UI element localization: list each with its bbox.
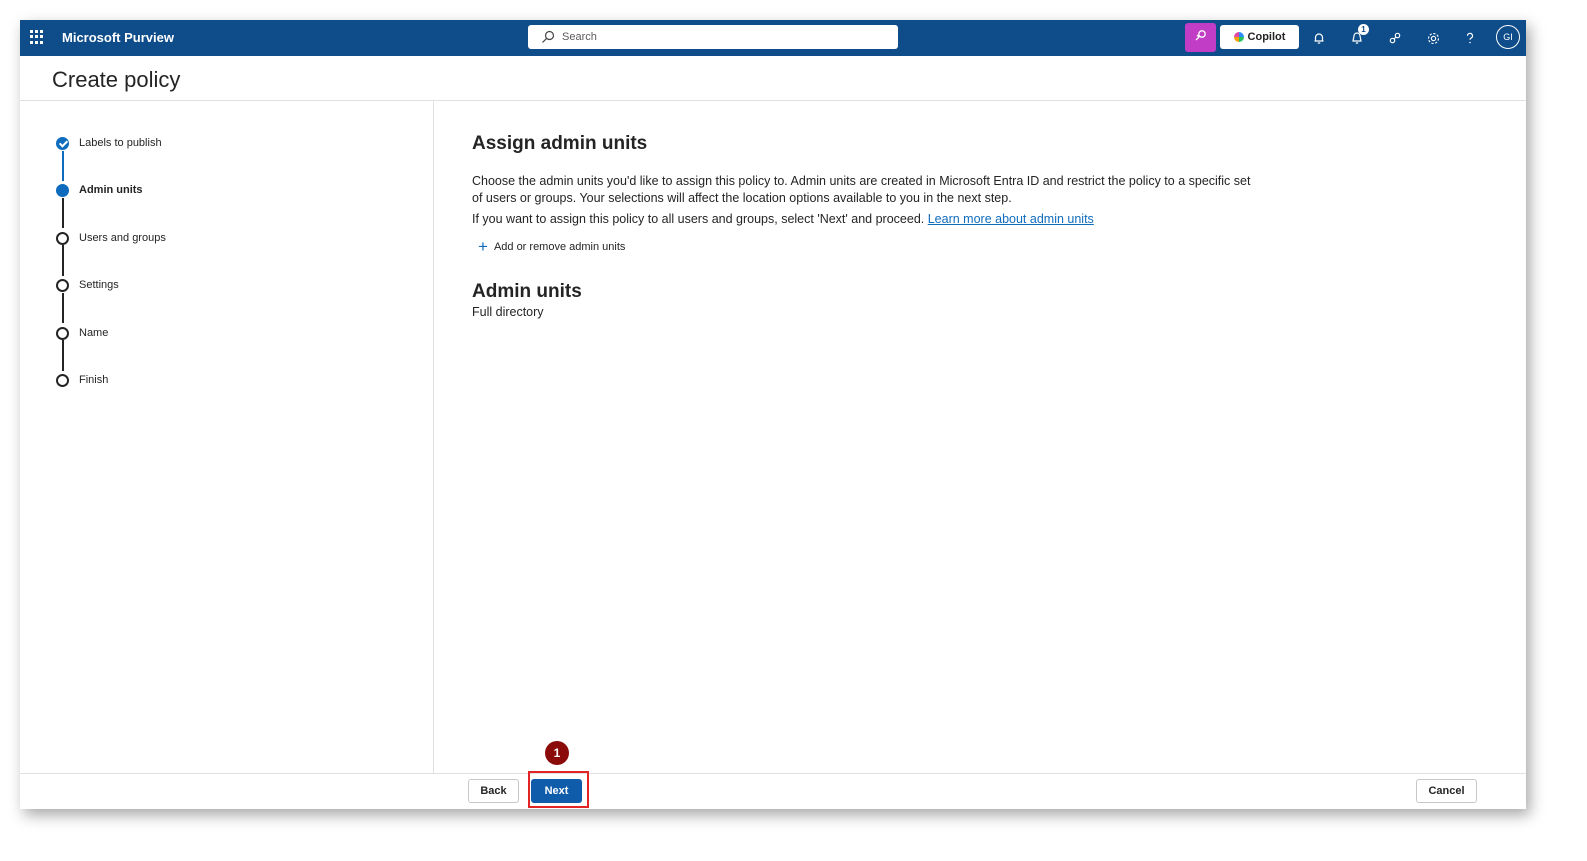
add-admin-units-button[interactable]: + Add or remove admin units bbox=[478, 238, 625, 256]
step-connector bbox=[62, 151, 64, 181]
connections-icon[interactable] bbox=[1385, 28, 1405, 48]
avatar[interactable]: GI bbox=[1496, 25, 1520, 49]
step-connector bbox=[62, 198, 64, 228]
step-pending-icon bbox=[56, 373, 69, 387]
step-label: Settings bbox=[79, 279, 119, 291]
footer-divider bbox=[20, 773, 1526, 774]
add-admin-units-label: Add or remove admin units bbox=[493, 241, 626, 253]
purview-agent-button[interactable] bbox=[1185, 23, 1216, 52]
purview-agent-icon bbox=[1194, 28, 1208, 47]
search-input[interactable] bbox=[560, 30, 884, 44]
proceed-note: If you want to assign this policy to all… bbox=[472, 212, 1094, 226]
step-complete-icon bbox=[56, 136, 69, 150]
admin-units-value: Full directory bbox=[472, 305, 544, 319]
notification-badge: 1 bbox=[1358, 24, 1369, 35]
stepper-divider bbox=[433, 101, 434, 773]
help-icon[interactable] bbox=[1460, 28, 1480, 48]
step-name[interactable]: Name bbox=[56, 325, 108, 341]
bell-icon[interactable] bbox=[1309, 28, 1329, 48]
step-label: Finish bbox=[79, 374, 109, 386]
plus-icon: + bbox=[478, 237, 488, 256]
cancel-button[interactable]: Cancel bbox=[1416, 779, 1477, 803]
gear-icon[interactable] bbox=[1423, 28, 1443, 48]
next-highlight-box bbox=[528, 771, 589, 808]
search-box[interactable] bbox=[528, 25, 898, 49]
back-button[interactable]: Back bbox=[468, 779, 519, 803]
top-bar: Microsoft Purview Copilot bbox=[20, 20, 1526, 56]
step-admin-units[interactable]: Admin units bbox=[56, 182, 143, 198]
step-users-and-groups[interactable]: Users and groups bbox=[56, 230, 166, 246]
copilot-icon bbox=[1233, 32, 1244, 42]
search-icon bbox=[540, 29, 556, 45]
step-labels-to-publish[interactable]: Labels to publish bbox=[56, 135, 162, 151]
copilot-button[interactable]: Copilot bbox=[1220, 25, 1299, 49]
step-connector bbox=[62, 340, 64, 371]
step-settings[interactable]: Settings bbox=[56, 277, 119, 293]
step-label: Name bbox=[79, 327, 109, 339]
section-description: Choose the admin units you'd like to ass… bbox=[472, 174, 1251, 205]
step-label: Users and groups bbox=[79, 232, 166, 244]
app-launcher-icon[interactable] bbox=[30, 30, 44, 44]
section-heading: Assign admin units bbox=[472, 133, 648, 154]
step-callout-badge: 1 bbox=[545, 741, 569, 765]
proceed-text: If you want to assign this policy to all… bbox=[472, 212, 925, 226]
purview-window: Microsoft Purview Copilot bbox=[20, 20, 1526, 809]
step-finish[interactable]: Finish bbox=[56, 372, 108, 388]
step-pending-icon bbox=[56, 326, 69, 340]
step-connector bbox=[62, 245, 64, 276]
step-label: Admin units bbox=[79, 184, 143, 196]
copilot-label: Copilot bbox=[1247, 31, 1286, 43]
step-connector bbox=[62, 293, 64, 323]
page-title: Create policy bbox=[52, 67, 181, 92]
step-current-icon bbox=[56, 183, 69, 197]
step-pending-icon bbox=[56, 278, 69, 292]
step-pending-icon bbox=[56, 231, 69, 245]
header-divider bbox=[20, 100, 1526, 101]
learn-more-link[interactable]: Learn more about admin units bbox=[928, 212, 1094, 226]
admin-units-heading: Admin units bbox=[472, 281, 582, 302]
app-name[interactable]: Microsoft Purview bbox=[62, 30, 174, 45]
step-label: Labels to publish bbox=[79, 137, 162, 149]
announcement-icon[interactable]: 1 bbox=[1347, 24, 1369, 48]
